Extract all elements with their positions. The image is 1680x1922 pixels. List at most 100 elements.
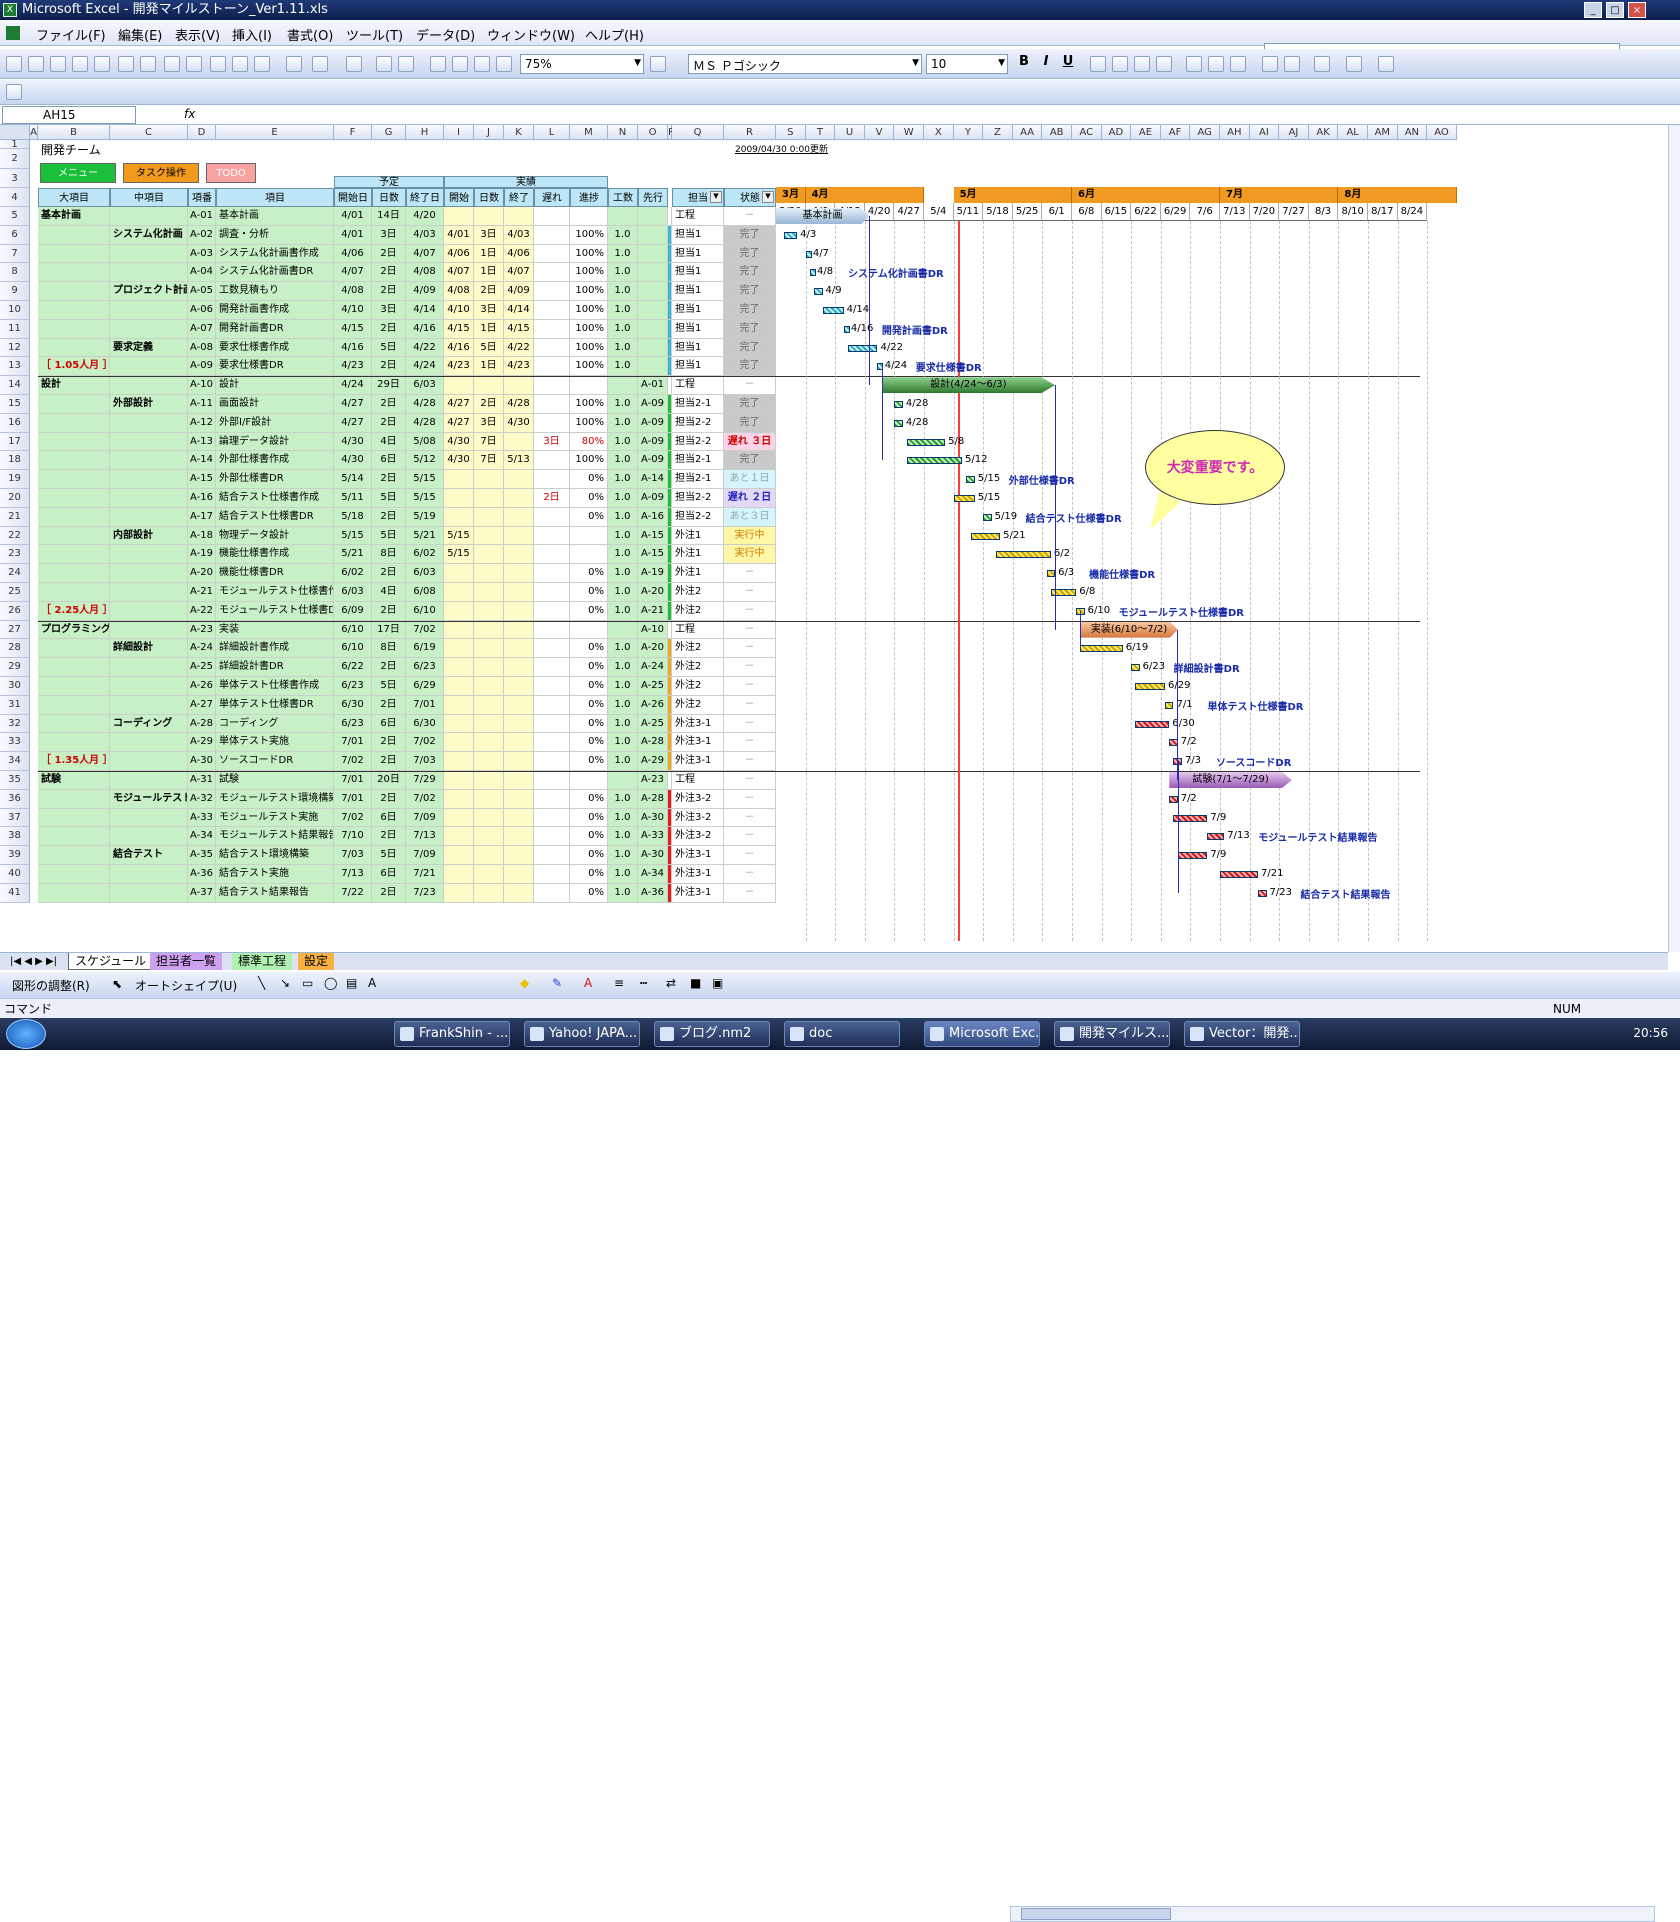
wordart-icon[interactable]: A (368, 976, 376, 990)
row-header[interactable]: 30 (0, 677, 30, 696)
percent-icon[interactable] (1208, 56, 1224, 72)
spell-icon[interactable] (164, 56, 180, 72)
column-header[interactable]: J (474, 125, 504, 140)
gantt-bar[interactable] (894, 401, 903, 408)
gantt-phase-bar[interactable]: 実装(6/10～7/2) (1080, 621, 1178, 638)
gantt-bar[interactable] (995, 551, 1051, 559)
currency-icon[interactable] (1186, 56, 1202, 72)
column-header[interactable]: I (444, 125, 474, 140)
column-header[interactable]: O (638, 125, 668, 140)
borders-icon[interactable] (1314, 56, 1330, 72)
column-header[interactable]: U (835, 125, 865, 140)
font-color-icon[interactable]: A (584, 976, 592, 990)
gantt-bar[interactable] (1169, 739, 1178, 747)
column-header[interactable]: Y (953, 125, 984, 140)
column-header[interactable]: W (894, 125, 924, 140)
taskbar-item[interactable]: Yahoo! JAPA... (524, 1021, 640, 1047)
row-header[interactable]: 17 (0, 432, 30, 452)
autoshape-menu[interactable]: オートシェイプ(U) (135, 977, 237, 994)
redo-icon[interactable] (346, 56, 362, 72)
column-header[interactable]: AN (1397, 125, 1428, 140)
column-header[interactable]: H (406, 125, 444, 140)
tab-schedule[interactable]: スケジュール (68, 953, 154, 970)
gantt-bar[interactable] (1135, 683, 1166, 690)
row-header[interactable]: 35 (0, 771, 30, 790)
menu-help[interactable]: ヘルプ(H) (585, 25, 644, 44)
gantt-bar[interactable] (1131, 664, 1140, 672)
maximize-button[interactable]: □ (1606, 2, 1624, 18)
menu-insert[interactable]: 挿入(I) (232, 25, 272, 44)
row-header[interactable]: 18 (0, 451, 30, 471)
print-icon[interactable] (118, 56, 134, 72)
arrow-icon[interactable]: ↘ (280, 976, 290, 990)
taskbar-item[interactable]: Vector：開発... (1184, 1021, 1300, 1047)
row-header[interactable]: 9 (0, 282, 30, 301)
zoom-select[interactable]: 75% ▼ (520, 54, 644, 74)
column-header[interactable]: AE (1131, 125, 1161, 140)
arrow-style-icon[interactable]: ⇄ (666, 976, 676, 990)
taskbar-item[interactable]: 開発マイルス... (1054, 1021, 1170, 1047)
filter-dropdown-icon[interactable]: ▼ (762, 191, 774, 203)
gantt-phase-bar[interactable]: 試験(7/1～7/29) (1169, 772, 1292, 788)
menu-window[interactable]: ウィンドウ(W) (487, 25, 575, 44)
gantt-bar[interactable] (966, 476, 975, 484)
save-icon[interactable] (50, 56, 66, 72)
row-header[interactable]: 27 (0, 620, 30, 640)
row-header[interactable]: 26 (0, 601, 30, 621)
gantt-bar[interactable] (970, 532, 1001, 540)
fill-color-icon[interactable]: ◆ (520, 976, 529, 990)
gantt-bar[interactable] (1220, 871, 1259, 878)
column-header[interactable]: AI (1249, 125, 1280, 140)
column-header[interactable]: AF (1160, 125, 1191, 140)
dash-style-icon[interactable]: ┅ (640, 976, 647, 990)
name-box[interactable]: AH15 (2, 106, 136, 124)
gantt-phase-bar[interactable]: 設計(4/24～6/3) (881, 377, 1056, 394)
gantt-bar[interactable] (784, 231, 798, 239)
taskbar-item[interactable]: ブログ.nm2 (654, 1021, 770, 1047)
row-header[interactable]: 13 (0, 357, 30, 377)
line-style-icon[interactable]: ≡ (614, 976, 624, 990)
comma-icon[interactable] (1230, 56, 1246, 72)
italic-button[interactable]: I (1036, 54, 1056, 69)
column-header[interactable]: AD (1101, 125, 1132, 140)
column-header[interactable]: AG (1190, 125, 1220, 140)
mail-icon[interactable] (94, 56, 110, 72)
vertical-scrollbar[interactable] (1668, 125, 1680, 952)
row-header[interactable]: 37 (0, 808, 30, 828)
row-header[interactable]: 8 (0, 263, 30, 283)
gantt-bar[interactable] (843, 325, 850, 333)
row-header[interactable]: 36 (0, 789, 30, 809)
drawing-icon[interactable] (496, 56, 512, 72)
gantt-bar[interactable] (894, 419, 903, 427)
textbox-icon[interactable]: ▤ (346, 976, 357, 990)
column-header[interactable]: B (38, 125, 110, 140)
callout-bubble[interactable]: 大変重要です。 (1145, 430, 1285, 505)
worksheet[interactable]: ABCDEFGHIJKLMNOPQRSTUVWXYZAAABACADAEAFAG… (0, 125, 1668, 952)
column-header[interactable]: AM (1368, 125, 1398, 140)
gantt-bar[interactable] (847, 344, 878, 352)
bold-button[interactable]: B (1014, 54, 1034, 69)
align-center-icon[interactable] (1112, 56, 1128, 72)
gantt-bar[interactable] (907, 457, 963, 465)
hyperlink-icon[interactable] (376, 56, 392, 72)
row-header[interactable]: 40 (0, 865, 30, 884)
function-icon[interactable]: fx (184, 107, 195, 121)
preview-icon[interactable] (140, 56, 156, 72)
row-header[interactable]: 33 (0, 733, 30, 753)
help-icon[interactable] (650, 56, 666, 72)
column-header[interactable]: V (864, 125, 895, 140)
menu-format[interactable]: 書式(O) (287, 25, 333, 44)
column-header[interactable]: K (504, 125, 534, 140)
row-header[interactable]: 5 (0, 207, 30, 226)
gantt-bar[interactable] (1169, 795, 1178, 803)
underline-button[interactable]: U (1058, 54, 1078, 69)
row-header[interactable]: 15 (0, 395, 30, 414)
gantt-bar[interactable] (1258, 889, 1267, 897)
gantt-bar[interactable] (953, 495, 975, 502)
row-header[interactable]: 31 (0, 695, 30, 715)
column-header[interactable]: L (534, 125, 570, 140)
column-header[interactable]: D (188, 125, 216, 140)
gantt-bar[interactable] (983, 513, 992, 521)
row-header[interactable]: 41 (0, 883, 30, 903)
paste-icon[interactable] (254, 56, 270, 72)
